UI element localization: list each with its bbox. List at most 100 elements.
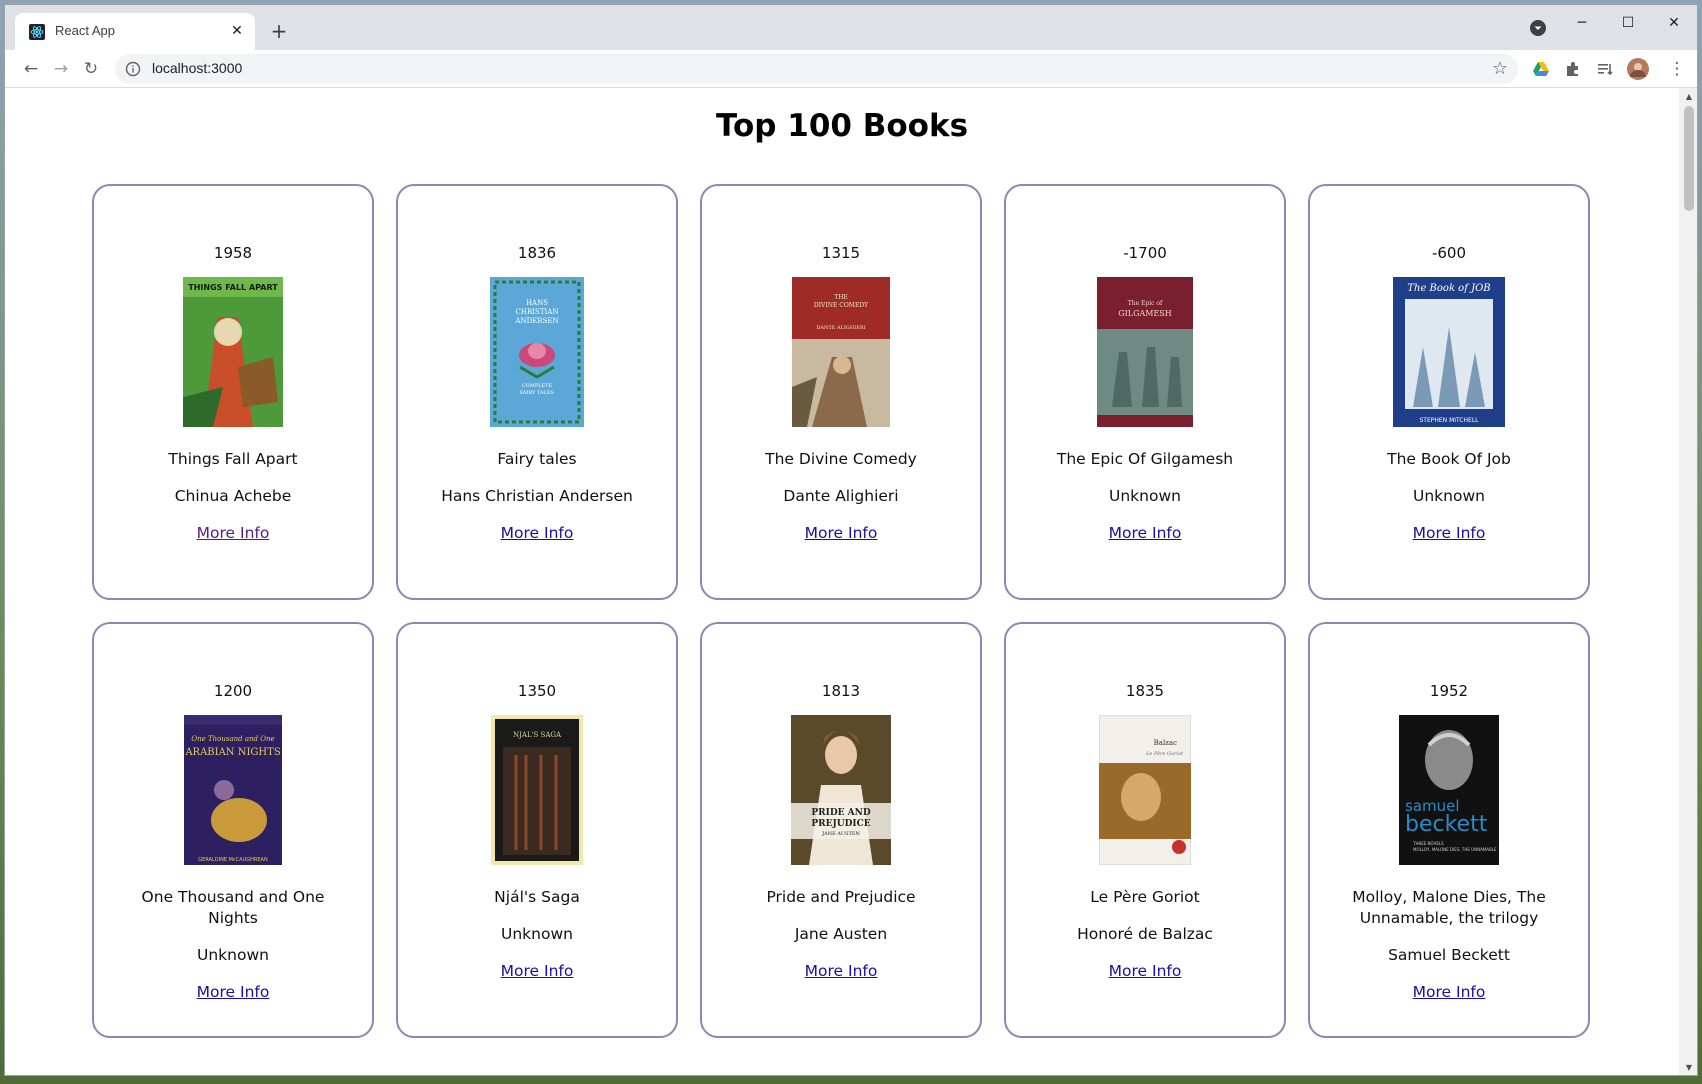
extensions-puzzle-icon[interactable] [1564, 60, 1582, 78]
close-window-icon[interactable]: ✕ [1651, 5, 1697, 41]
book-year: 1952 [1429, 682, 1469, 700]
book-card: 1958 THINGS FALL APART Things Fall Apart… [92, 184, 374, 600]
book-title: One Thousand and One Nights [141, 888, 325, 927]
reload-icon[interactable]: ↻ [79, 57, 103, 81]
scroll-down-icon[interactable]: ▼ [1684, 1063, 1694, 1073]
more-info-link[interactable]: More Info [501, 961, 574, 982]
svg-text:HANS: HANS [526, 299, 548, 307]
tab-search-icon[interactable] [1529, 19, 1547, 37]
book-cover-image: samuel beckett THREE NOVELS MOLLOY, MALO… [1399, 715, 1499, 865]
book-cover-image: One Thousand and One ARABIAN NIGHTS GERA… [184, 715, 282, 865]
book-card: 1813 PRIDE AND PREJUDICE JANE AUSTEN Pri… [700, 622, 982, 1038]
book-title: The Epic Of Gilgamesh [1056, 450, 1234, 468]
react-logo-icon [29, 24, 45, 40]
book-author: Samuel Beckett [1388, 946, 1510, 964]
profile-avatar[interactable] [1627, 58, 1649, 80]
svg-text:MOLLOY, MALONE DIES, THE UNNAM: MOLLOY, MALONE DIES, THE UNNAMABLE [1413, 847, 1497, 852]
book-year: 1836 [517, 244, 557, 262]
forward-icon[interactable]: → [49, 57, 73, 81]
book-author: Unknown [1109, 487, 1181, 505]
more-info-link[interactable]: More Info [805, 523, 878, 544]
active-tab[interactable]: React App ✕ [15, 13, 255, 50]
svg-text:CHRISTIAN: CHRISTIAN [516, 308, 559, 316]
svg-text:THINGS FALL APART: THINGS FALL APART [188, 283, 278, 292]
book-title: Fairy tales [497, 450, 577, 468]
address-bar[interactable]: localhost:3000 ☆ [115, 54, 1518, 84]
svg-text:The Book of JOB: The Book of JOB [1407, 283, 1490, 294]
book-grid: 1958 THINGS FALL APART Things Fall Apart… [92, 184, 1592, 1038]
book-year: -600 [1431, 244, 1467, 262]
svg-text:ANDERSEN: ANDERSEN [514, 317, 558, 325]
svg-text:THREE NOVELS: THREE NOVELS [1412, 841, 1444, 846]
more-info-link[interactable]: More Info [197, 523, 270, 544]
book-author: Unknown [1413, 487, 1485, 505]
book-cover-image: HANS CHRISTIAN ANDERSEN COMPLETE FAIRY T… [490, 277, 584, 427]
svg-text:NJAL'S SAGA: NJAL'S SAGA [513, 731, 562, 739]
browser-toolbar: ← → ↻ localhost:3000 ☆ ⋮ [5, 50, 1697, 88]
book-year: -1700 [1123, 244, 1167, 262]
url-text[interactable]: localhost:3000 [152, 60, 242, 76]
book-card: 1315 THE DIVINE COMEDY DANTE ALIGHIERI T… [700, 184, 982, 600]
svg-text:STEPHEN MITCHELL: STEPHEN MITCHELL [1419, 417, 1479, 424]
svg-text:The Epic of: The Epic of [1128, 300, 1163, 307]
minimize-icon[interactable]: ─ [1559, 5, 1605, 41]
book-year: 1200 [213, 682, 253, 700]
svg-text:Balzac: Balzac [1154, 739, 1177, 747]
scrollbar-thumb[interactable] [1684, 106, 1694, 211]
more-info-link[interactable]: More Info [1413, 523, 1486, 544]
more-info-link[interactable]: More Info [1109, 961, 1182, 982]
book-author: Hans Christian Andersen [441, 487, 633, 505]
svg-text:GERALDINE McCAUGHREAN: GERALDINE McCAUGHREAN [198, 857, 268, 863]
book-card: -600 The Book of JOB STEPHEN MITCHELL Th… [1308, 184, 1590, 600]
book-title: Le Père Goriot [1090, 888, 1200, 906]
bookmark-star-icon[interactable]: ☆ [1492, 59, 1508, 79]
book-year: 1813 [821, 682, 861, 700]
book-cover-image: NJAL'S SAGA [491, 715, 583, 865]
book-author: Jane Austen [794, 925, 888, 943]
tab-title: React App [55, 23, 115, 38]
book-year: 1835 [1125, 682, 1165, 700]
svg-text:THE: THE [834, 294, 848, 301]
svg-text:FAIRY TALES: FAIRY TALES [520, 390, 555, 396]
more-info-link[interactable]: More Info [197, 982, 270, 1003]
svg-text:COMPLETE: COMPLETE [522, 383, 553, 389]
svg-text:DANTE ALIGHIERI: DANTE ALIGHIERI [816, 325, 865, 331]
book-title: The Divine Comedy [765, 450, 917, 468]
book-title: Njál's Saga [494, 888, 580, 906]
book-year: 1315 [821, 244, 861, 262]
book-author: Honoré de Balzac [1077, 925, 1213, 943]
book-card: 1200 One Thousand and One ARABIAN NIGHTS… [92, 622, 374, 1038]
reading-list-icon[interactable] [1596, 60, 1614, 78]
book-title: Molloy, Malone Dies, The Unnamable, the … [1352, 888, 1546, 927]
back-icon[interactable]: ← [19, 57, 43, 81]
book-title: Things Fall Apart [168, 450, 298, 468]
svg-text:beckett: beckett [1405, 812, 1488, 837]
svg-text:DIVINE COMEDY: DIVINE COMEDY [814, 302, 869, 309]
site-info-icon[interactable] [125, 61, 141, 77]
more-info-link[interactable]: More Info [1413, 982, 1486, 1003]
close-tab-icon[interactable]: ✕ [227, 21, 247, 41]
book-card: 1836 HANS CHRISTIAN ANDERSEN COMPLETE FA… [396, 184, 678, 600]
vertical-scrollbar[interactable]: ▲ ▼ [1679, 88, 1697, 1075]
book-cover-image: THINGS FALL APART [183, 277, 283, 427]
svg-text:PRIDE AND: PRIDE AND [811, 808, 870, 818]
scroll-up-icon[interactable]: ▲ [1684, 92, 1694, 102]
book-card: 1350 NJAL'S SAGA Njál's Saga Unknown Mor… [396, 622, 678, 1038]
more-info-link[interactable]: More Info [805, 961, 878, 982]
svg-text:GILGAMESH: GILGAMESH [1118, 309, 1172, 318]
google-drive-icon[interactable] [1532, 60, 1550, 78]
book-author: Dante Alighieri [783, 487, 899, 505]
svg-text:Le Père Goriot: Le Père Goriot [1145, 750, 1184, 757]
book-card: -1700 The Epic of GILGAMESH The Epic Of … [1004, 184, 1286, 600]
svg-text:PREJUDICE: PREJUDICE [811, 819, 870, 829]
book-author: Unknown [501, 925, 573, 943]
book-title: The Book Of Job [1387, 450, 1511, 468]
more-info-link[interactable]: More Info [1109, 523, 1182, 544]
book-cover-image: Balzac Le Père Goriot [1099, 715, 1191, 865]
book-cover-image: PRIDE AND PREJUDICE JANE AUSTEN [791, 715, 891, 865]
page-title: Top 100 Books [715, 108, 969, 144]
new-tab-icon[interactable]: + [267, 19, 291, 43]
more-info-link[interactable]: More Info [501, 523, 574, 544]
maximize-icon[interactable]: ☐ [1605, 5, 1651, 41]
menu-dots-icon[interactable]: ⋮ [1665, 57, 1689, 81]
